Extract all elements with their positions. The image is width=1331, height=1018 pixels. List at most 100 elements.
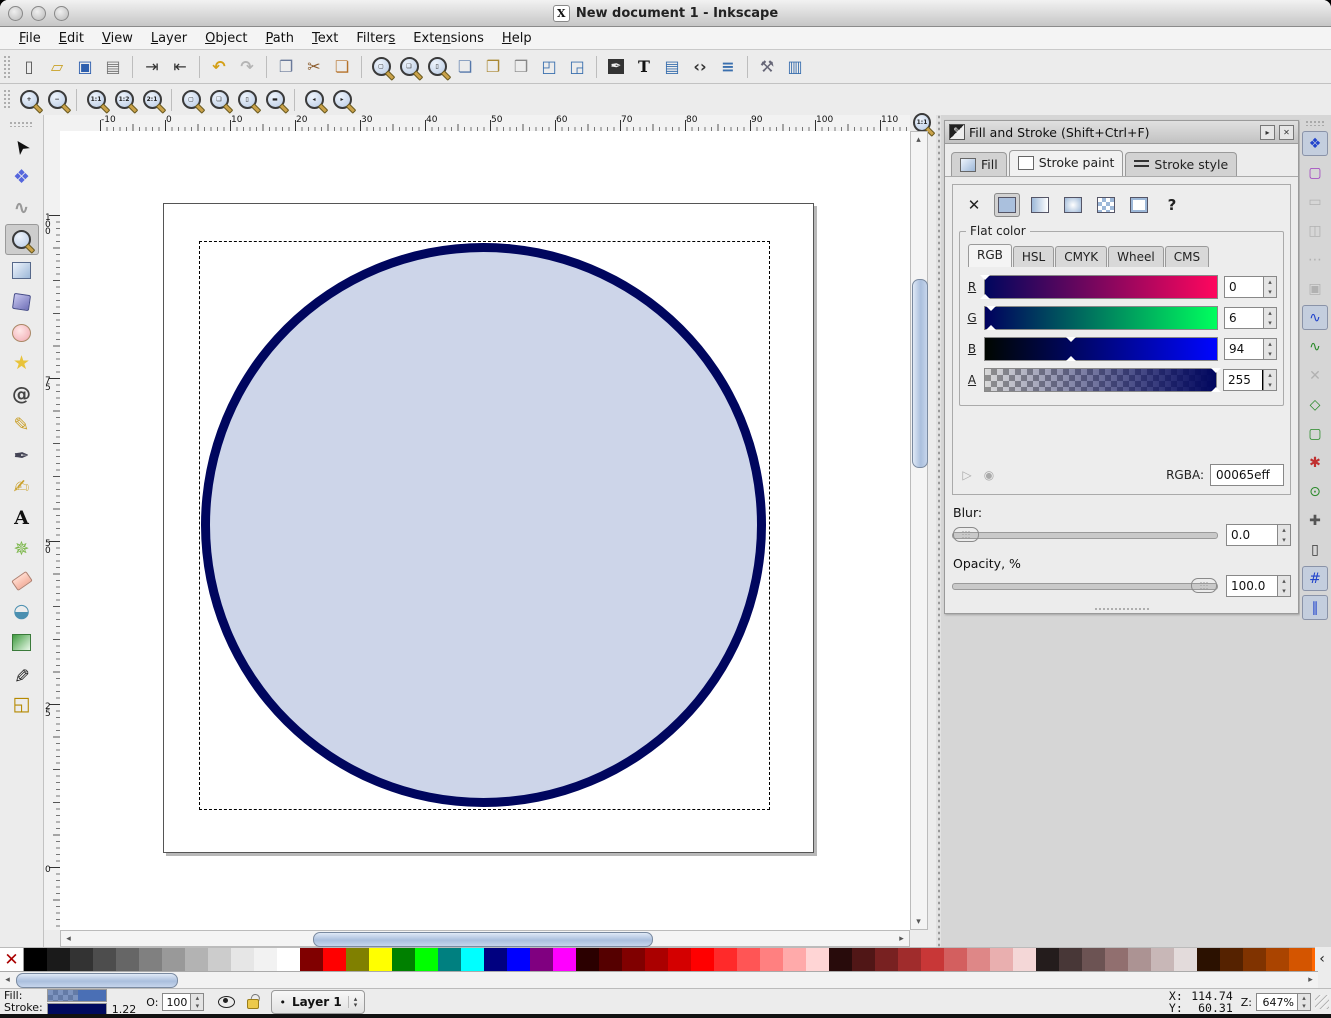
palette-swatch[interactable] — [1128, 948, 1151, 972]
palette-swatch[interactable] — [1151, 948, 1174, 972]
palette-swatch[interactable] — [645, 948, 668, 972]
palette-scroll-left-arrow[interactable]: ◂ — [0, 972, 15, 987]
spin-down-arrow[interactable]: ▾ — [1264, 349, 1276, 359]
spin-up-arrow[interactable]: ▴ — [1264, 308, 1276, 318]
palette-swatch[interactable] — [714, 948, 737, 972]
slider-value-b[interactable]: 94▴▾ — [1224, 338, 1277, 360]
zoom-next-button[interactable]: ▸ — [329, 87, 355, 113]
undo-button[interactable]: ↶ — [206, 54, 232, 80]
dialog-titlebar[interactable]: ✎ Fill and Stroke (Shift+Ctrl+F) ▸ ✕ — [945, 121, 1298, 144]
scroll-up-arrow[interactable]: ▴ — [911, 132, 926, 147]
object-opacity-value[interactable]: 100 — [163, 994, 190, 1010]
palette-swatch[interactable] — [806, 948, 829, 972]
slider-value-text[interactable]: 255 — [1224, 370, 1263, 390]
zoom-indicator[interactable]: 1:1 — [913, 114, 931, 130]
spin-down-arrow[interactable]: ▾ — [1298, 1002, 1310, 1010]
slider-value-a[interactable]: 255▴▾ — [1223, 369, 1277, 391]
spin-up-arrow[interactable]: ▴ — [1264, 370, 1276, 380]
zoom-previous-button[interactable]: ◂ — [301, 87, 327, 113]
slider-value-text[interactable]: 94 — [1225, 339, 1263, 359]
object-opacity-spinner[interactable]: 100 ▴▾ — [162, 993, 204, 1011]
preferences-button[interactable]: ⚒ — [754, 54, 780, 80]
slider-value-text[interactable]: 6 — [1225, 308, 1263, 328]
blur-slider[interactable] — [952, 532, 1218, 539]
menu-layer[interactable]: Layer — [142, 29, 196, 48]
palette-swatch[interactable] — [944, 948, 967, 972]
palette-swatch[interactable] — [599, 948, 622, 972]
spin-down-arrow[interactable]: ▾ — [1278, 535, 1290, 545]
palette-swatch[interactable] — [737, 948, 760, 972]
tool-paint-bucket[interactable]: ◒ — [5, 596, 39, 627]
color-tab-rgb[interactable]: RGB — [968, 244, 1012, 267]
unlink-clone-button[interactable]: ❒ — [508, 54, 534, 80]
palette-swatch[interactable] — [392, 948, 415, 972]
tool-connector[interactable]: ◱ — [5, 689, 39, 720]
snap-bbox-edges[interactable]: ▭ — [1302, 189, 1328, 214]
menu-extensions[interactable]: Extensions — [404, 29, 493, 48]
spin-down-arrow[interactable]: ▾ — [1264, 380, 1276, 390]
palette-swatch[interactable] — [323, 948, 346, 972]
spin-down-arrow[interactable]: ▾ — [1278, 586, 1290, 596]
zoom-2-1-button[interactable]: 2:1 — [139, 87, 165, 113]
palette-swatch[interactable] — [438, 948, 461, 972]
tool-pencil[interactable]: ✎ — [5, 410, 39, 441]
ungroup-button[interactable]: ◲ — [564, 54, 590, 80]
blur-value[interactable]: 0.0 — [1227, 525, 1277, 545]
layer-lock-icon[interactable] — [247, 994, 259, 1010]
print-button[interactable]: ▤ — [100, 54, 126, 80]
opacity-spinner[interactable]: 100.0 ▴▾ — [1226, 575, 1291, 597]
zoom-1-2-button[interactable]: 1:2 — [111, 87, 137, 113]
spin-up-arrow[interactable]: ▴ — [1264, 339, 1276, 349]
palette-swatch[interactable] — [1220, 948, 1243, 972]
menu-filters[interactable]: Filters — [347, 29, 404, 48]
tool-zoom[interactable] — [5, 224, 39, 255]
no-paint-button[interactable]: ✕ — [961, 193, 987, 217]
menu-path[interactable]: Path — [256, 29, 303, 48]
palette-swatch[interactable] — [898, 948, 921, 972]
snap-to-paths[interactable]: ∿ — [1302, 334, 1328, 359]
pattern-button[interactable] — [1093, 193, 1119, 217]
scroll-down-arrow[interactable]: ▾ — [911, 914, 926, 929]
unknown-paint-button[interactable]: ? — [1159, 193, 1185, 217]
palette-swatch[interactable] — [990, 948, 1013, 972]
open-document-button[interactable]: ▱ — [44, 54, 70, 80]
spin-up-arrow[interactable]: ▴ — [191, 994, 203, 1002]
snap-bbox-corners[interactable]: ◫ — [1302, 218, 1328, 243]
slider-value-r[interactable]: 0▴▾ — [1224, 276, 1277, 298]
slider-b[interactable] — [984, 337, 1218, 361]
tool-eraser[interactable] — [5, 565, 39, 596]
snap-bbox-edge-midpoints[interactable]: ⋯ — [1302, 247, 1328, 272]
slider-a[interactable] — [984, 368, 1217, 392]
scroll-left-arrow[interactable]: ◂ — [61, 931, 76, 946]
snap-bounding-box[interactable]: ▢ — [1302, 160, 1328, 185]
palette-swatch[interactable] — [1243, 948, 1266, 972]
spin-down-arrow[interactable]: ▾ — [1264, 287, 1276, 297]
tool-gradient[interactable] — [5, 627, 39, 658]
tab-stroke-style[interactable]: Stroke style — [1125, 152, 1237, 176]
zoom-selection-button[interactable]: ▢ — [368, 54, 394, 80]
slider-thumb[interactable] — [980, 275, 989, 299]
slider-thumb[interactable] — [1066, 337, 1075, 361]
swatch-button[interactable] — [1126, 193, 1152, 217]
color-tab-cmyk[interactable]: CMYK — [1055, 246, 1107, 267]
zoom-drawing-button[interactable]: ❏ — [396, 54, 422, 80]
horizontal-ruler[interactable]: -100102030405060708090100110 — [60, 115, 910, 132]
palette-swatch[interactable] — [829, 948, 852, 972]
palette-swatch[interactable] — [576, 948, 599, 972]
slider-value-g[interactable]: 6▴▾ — [1224, 307, 1277, 329]
spin-down-arrow[interactable]: ▾ — [191, 1002, 203, 1010]
spin-down-arrow[interactable]: ▾ — [1264, 318, 1276, 328]
layers-dialog-button[interactable]: ▤ — [659, 54, 685, 80]
play-triangle-icon[interactable]: ▷ — [959, 467, 975, 483]
palette-swatch[interactable] — [1105, 948, 1128, 972]
palette-swatch[interactable] — [116, 948, 139, 972]
tool-node-editor[interactable]: ❖ — [5, 162, 39, 193]
rgba-input[interactable]: 00065eff — [1210, 464, 1284, 486]
export-button[interactable]: ⇤ — [167, 54, 193, 80]
palette-swatch[interactable] — [461, 948, 484, 972]
vertical-scrollbar[interactable]: ▴ ▾ — [910, 131, 928, 930]
opacity-slider[interactable] — [952, 583, 1218, 590]
tool-dropper[interactable]: ✐ — [5, 658, 39, 689]
tool-rectangle[interactable] — [5, 255, 39, 286]
palette-swatch[interactable] — [507, 948, 530, 972]
